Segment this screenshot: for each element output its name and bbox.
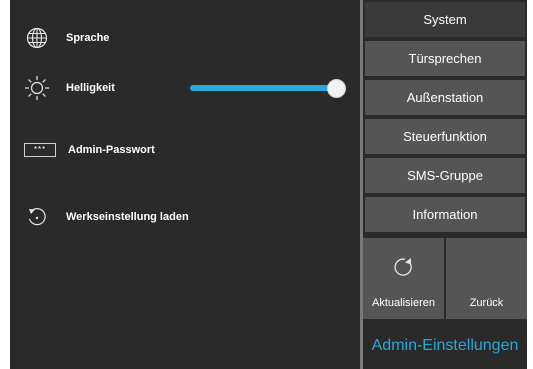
menu-item-aussenstation[interactable]: Außenstation <box>365 80 525 115</box>
globe-icon <box>24 25 50 51</box>
brightness-slider-track[interactable] <box>190 85 338 91</box>
brightness-slider-handle[interactable] <box>327 79 346 98</box>
refresh-button[interactable]: Aktualisieren <box>363 238 444 319</box>
password-label: Admin-Passwort <box>68 144 155 156</box>
device-screen: Sprache Helligkeit *** Admin-Passwort We… <box>10 0 527 369</box>
password-row[interactable]: *** Admin-Passwort <box>10 137 155 163</box>
menu-item-sms-gruppe[interactable]: SMS-Gruppe <box>365 158 525 193</box>
menu-item-tuersprechen[interactable]: Türsprechen <box>365 41 525 76</box>
password-icon-text: *** <box>24 143 56 157</box>
password-icon: *** <box>24 137 56 163</box>
sun-icon <box>24 75 50 101</box>
factory-reset-label: Werkseinstellung laden <box>66 211 189 223</box>
brightness-label: Helligkeit <box>66 82 115 94</box>
menu-item-steuerfunktion[interactable]: Steuerfunktion <box>365 119 525 154</box>
back-label: Zurück <box>469 297 504 309</box>
refresh-icon <box>392 256 414 281</box>
menu-item-information[interactable]: Information <box>365 197 525 232</box>
menu-item-system[interactable]: System <box>365 2 525 37</box>
page-title: Admin-Einstellungen <box>371 337 519 354</box>
language-label: Sprache <box>66 32 110 44</box>
language-row[interactable]: Sprache <box>10 25 109 51</box>
factory-reset-row[interactable]: Werkseinstellung laden <box>10 204 189 230</box>
navigation-panel: System Türsprechen Außenstation Steuerfu… <box>363 0 527 369</box>
refresh-label: Aktualisieren <box>372 297 435 309</box>
reset-icon <box>24 204 50 230</box>
brightness-row: Helligkeit <box>10 75 115 101</box>
back-button[interactable]: Zurück <box>446 238 527 319</box>
settings-panel: Sprache Helligkeit *** Admin-Passwort We… <box>10 0 360 369</box>
